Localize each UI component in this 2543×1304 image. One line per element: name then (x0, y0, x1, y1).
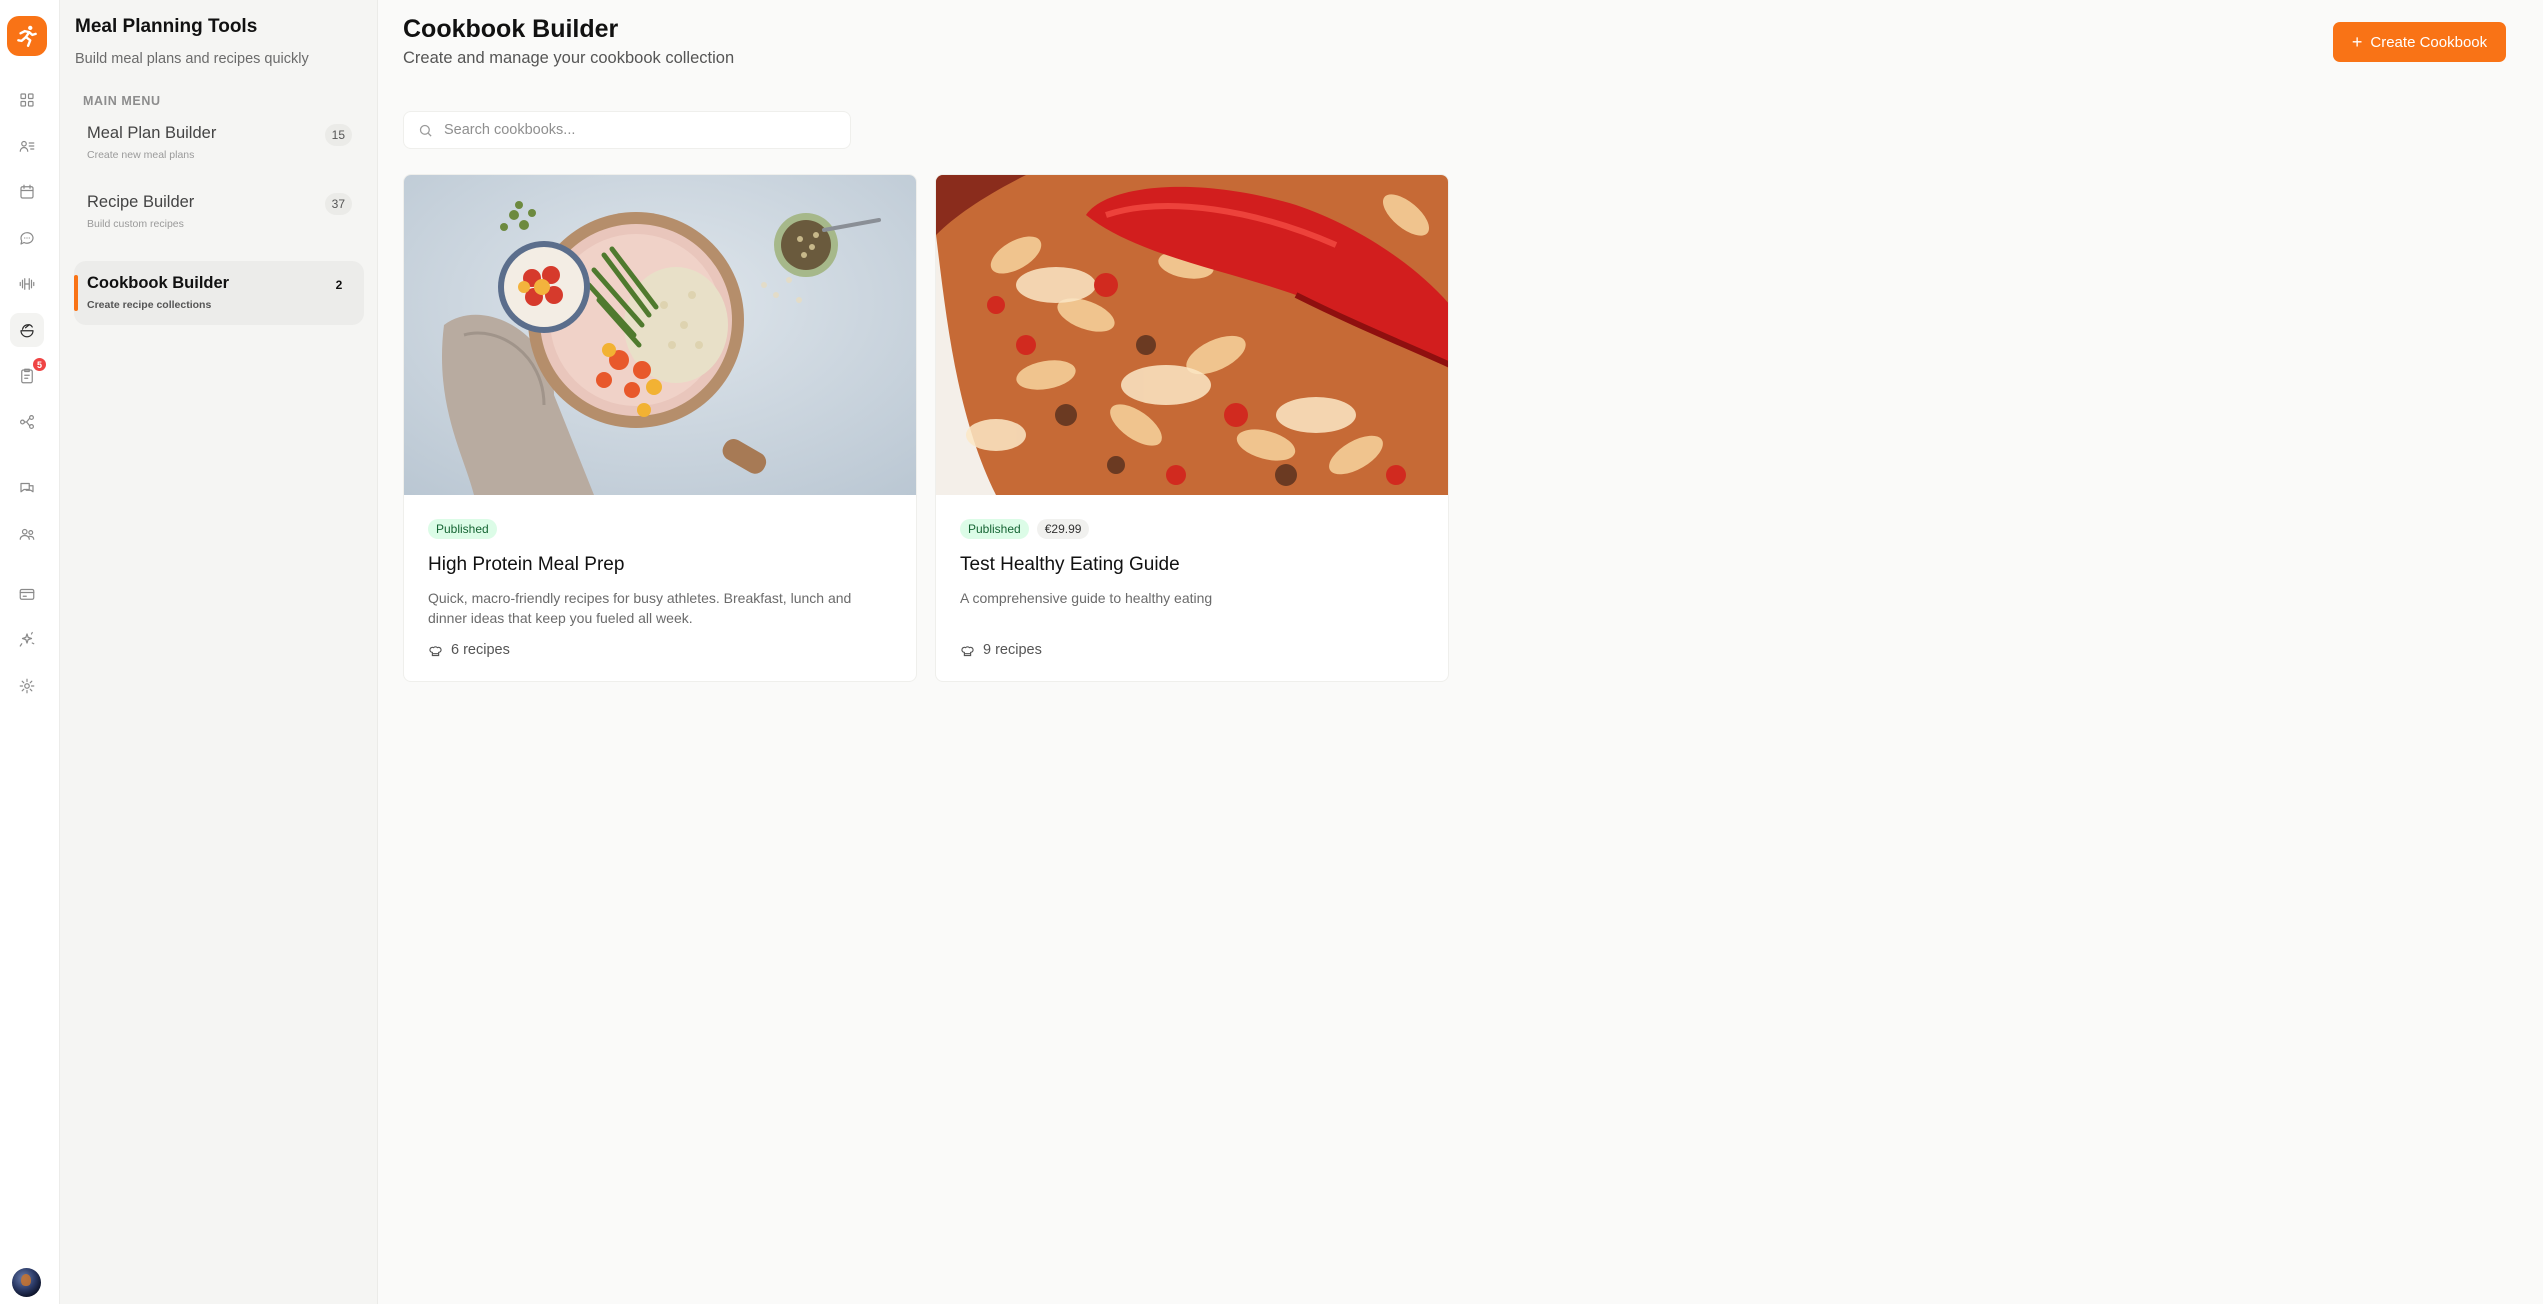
sidebar-item-desc: Create new meal plans (87, 149, 195, 161)
clients-icon[interactable] (10, 129, 44, 163)
cookbook-card[interactable]: Published High Protein Meal Prep Quick, … (403, 174, 917, 682)
nutrition-icon[interactable] (10, 313, 44, 347)
automation-icon[interactable] (10, 405, 44, 439)
icon-rail: 5 (0, 0, 60, 1304)
page-title: Cookbook Builder (403, 15, 619, 43)
status-badge: Published (428, 519, 497, 539)
cookbook-cover-image (936, 175, 1448, 495)
forms-badge: 5 (32, 357, 47, 372)
main-content: Cookbook Builder Create and manage your … (379, 0, 2543, 1304)
price-badge: €29.99 (1036, 519, 1090, 539)
chef-hat-icon (961, 645, 974, 656)
sidebar-item-count: 2 (335, 278, 343, 292)
create-cookbook-button[interactable]: + Create Cookbook (2333, 22, 2506, 62)
card-title: Test Healthy Eating Guide (960, 554, 1180, 575)
sidebar-item-meal-plan-builder[interactable]: Meal Plan Builder Create new meal plans … (74, 114, 364, 178)
sidebar-title: Meal Planning Tools (75, 16, 258, 37)
forms-icon[interactable]: 5 (10, 357, 47, 393)
card-title: High Protein Meal Prep (428, 554, 625, 575)
sidebar-item-cookbook-builder[interactable]: Cookbook Builder Create recipe collectio… (74, 261, 364, 325)
messages-icon[interactable] (10, 221, 44, 255)
search-box (403, 111, 851, 149)
sidebar-section-label: MAIN MENU (83, 94, 161, 108)
cookbook-card[interactable]: Published €29.99 Test Healthy Eating Gui… (935, 174, 1449, 682)
search-icon (419, 124, 432, 137)
recipe-count-label: 9 recipes (983, 642, 1042, 658)
ai-sparkles-icon[interactable] (10, 623, 44, 657)
sidebar-item-count: 37 (324, 193, 352, 215)
card-description: Quick, macro-friendly recipes for busy a… (428, 590, 852, 626)
workouts-icon[interactable] (10, 267, 44, 301)
app-logo[interactable] (7, 16, 47, 56)
community-icon[interactable] (10, 517, 44, 551)
create-cookbook-label: Create Cookbook (2370, 33, 2488, 51)
recipe-count: 9 recipes (960, 642, 1424, 658)
sidebar-item-label: Meal Plan Builder (87, 124, 217, 142)
sidebar-subtitle: Build meal plans and recipes quickly (75, 51, 309, 67)
sidebar-item-label: Cookbook Builder (87, 274, 230, 292)
sidebar-item-label: Recipe Builder (87, 193, 195, 211)
chat-icon[interactable] (10, 471, 44, 505)
running-figure-logo-icon (17, 25, 37, 47)
card-description: A comprehensive guide to healthy eating (960, 590, 1213, 606)
settings-icon[interactable] (10, 669, 44, 703)
recipe-count: 6 recipes (428, 642, 892, 658)
sidebar-item-desc: Create recipe collections (87, 299, 212, 311)
meal-planning-sidebar: Meal Planning Tools Build meal plans and… (60, 0, 378, 1304)
sidebar-item-count: 15 (324, 124, 352, 146)
recipe-count-label: 6 recipes (451, 642, 510, 658)
search-input[interactable] (444, 112, 844, 148)
user-avatar[interactable] (12, 1268, 41, 1297)
plus-icon: + (2351, 32, 2363, 52)
sidebar-item-desc: Build custom recipes (87, 218, 184, 230)
payments-icon[interactable] (10, 577, 44, 611)
card-body: Published €29.99 Test Healthy Eating Gui… (960, 519, 1424, 658)
calendar-icon[interactable] (10, 175, 44, 209)
status-badge: Published (960, 519, 1029, 539)
dashboard-icon[interactable] (10, 83, 44, 117)
sidebar-item-recipe-builder[interactable]: Recipe Builder Build custom recipes 37 (74, 183, 364, 247)
card-body: Published High Protein Meal Prep Quick, … (428, 519, 892, 658)
page-subtitle: Create and manage your cookbook collecti… (403, 49, 735, 67)
cookbook-cover-image (404, 175, 916, 495)
chef-hat-icon (429, 645, 442, 656)
